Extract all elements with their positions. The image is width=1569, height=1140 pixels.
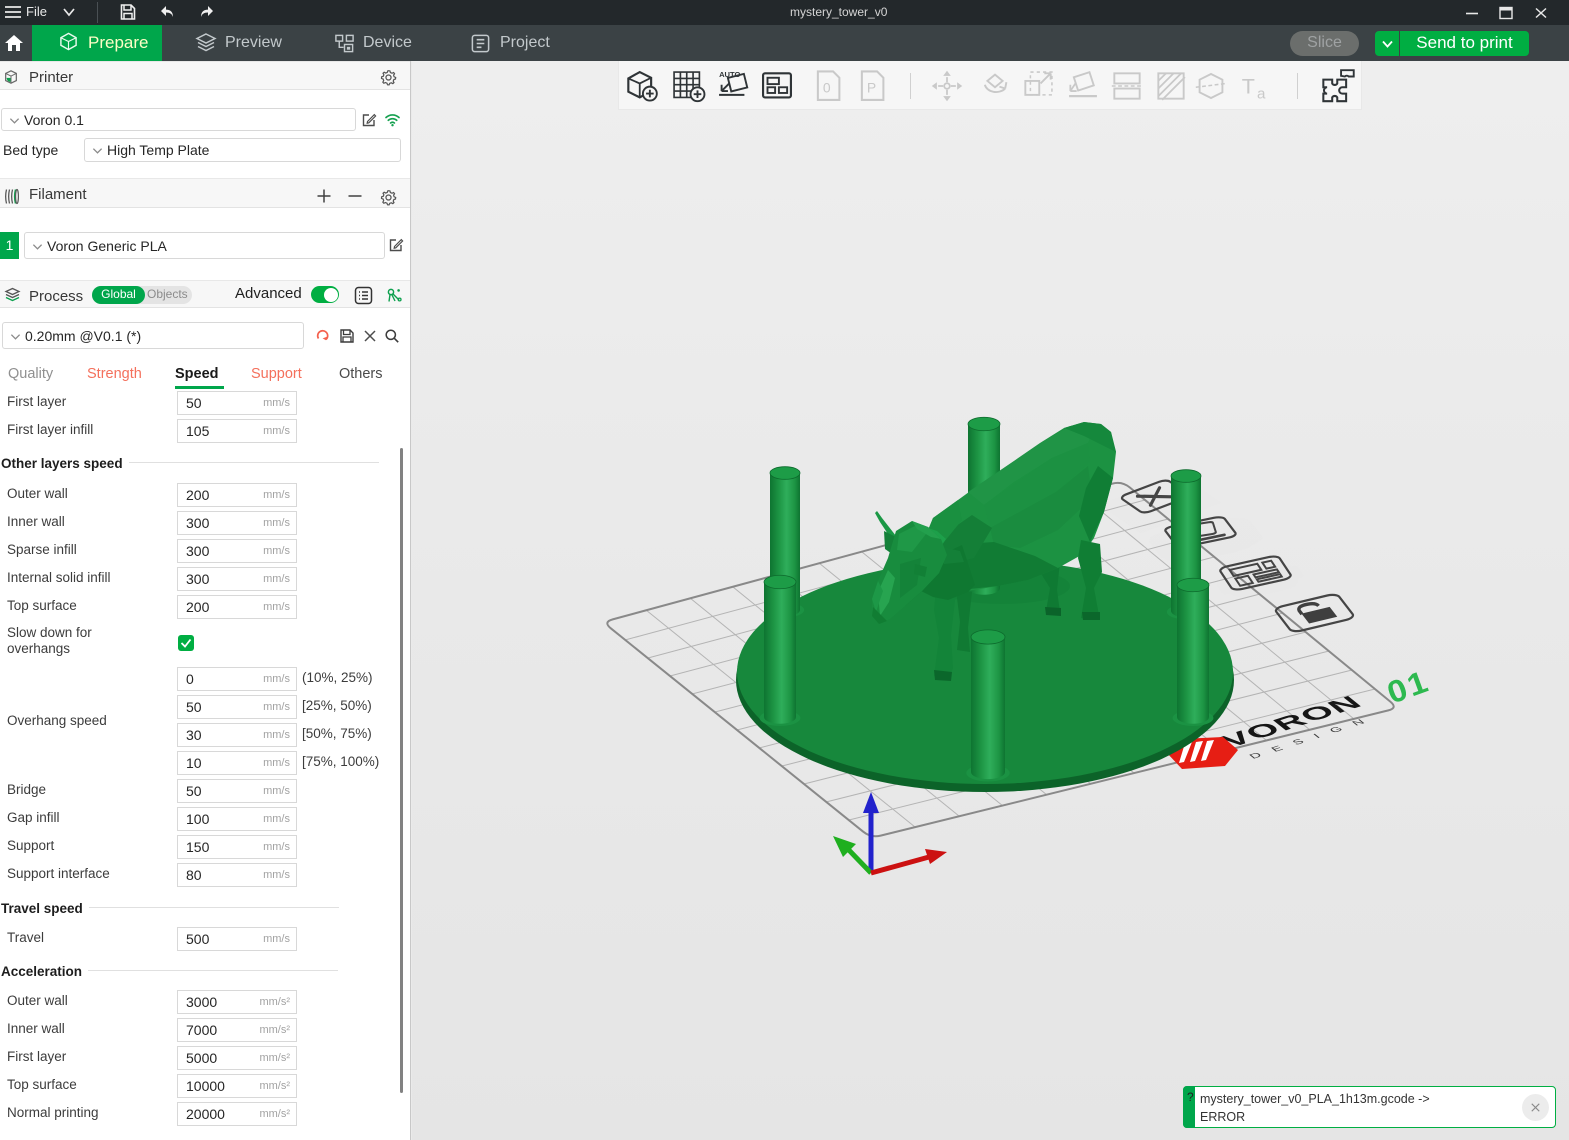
svg-text:01: 01 [1383, 664, 1434, 711]
svg-text:a: a [1257, 86, 1266, 103]
svg-text:T: T [1242, 75, 1255, 99]
svg-text:P: P [867, 79, 876, 95]
svg-text:0: 0 [823, 79, 831, 95]
